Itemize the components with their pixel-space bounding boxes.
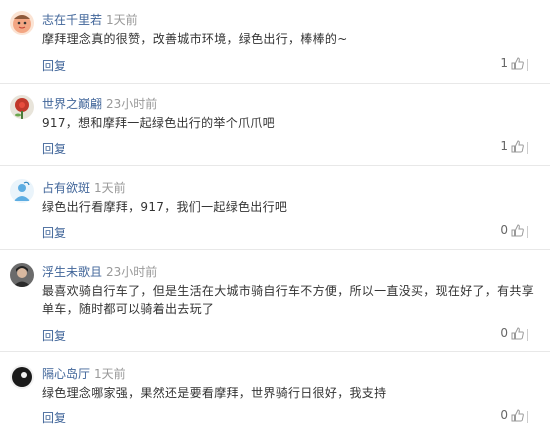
divider — [527, 226, 528, 238]
comment-meta: 隔心岛厅 1天前 — [42, 366, 126, 382]
divider — [527, 411, 528, 423]
thumbs-up-icon — [511, 56, 524, 70]
comment-item: 隔心岛厅 1天前 绿色理念哪家强，果然还是要看摩拜，世界骑行日很好，我支持 回复 … — [0, 352, 550, 425]
blue-figure-avatar-icon — [10, 179, 34, 203]
reply-button[interactable]: 回复 — [42, 224, 66, 241]
comment-time: 23小时前 — [106, 97, 158, 111]
comment-username[interactable]: 浮生未歌且 — [42, 265, 102, 279]
like-count: 1 — [500, 139, 508, 153]
like-count: 0 — [500, 326, 508, 340]
avatar[interactable] — [10, 95, 34, 119]
divider — [527, 142, 528, 154]
thumbs-up-icon — [511, 139, 524, 153]
comment-meta: 志在千里若 1天前 — [42, 12, 138, 28]
thumbs-up-icon — [511, 326, 524, 340]
like-button[interactable]: 1 — [500, 139, 524, 153]
like-button[interactable]: 0 — [500, 223, 524, 237]
comment-text: 摩拜理念真的很赞，改善城市环境，绿色出行，棒棒的~ — [42, 32, 348, 46]
comment-meta: 浮生未歌且 23小时前 — [42, 264, 157, 280]
thumbs-up-icon — [511, 408, 524, 422]
comment-list: 志在千里若 1天前 摩拜理念真的很赞，改善城市环境，绿色出行，棒棒的~ 回复 1 … — [0, 0, 550, 425]
comment-text: 917，想和摩拜一起绿色出行的举个爪爪吧 — [42, 116, 275, 130]
red-flower-avatar-icon — [10, 95, 34, 119]
comment-time: 1天前 — [94, 181, 126, 195]
avatar[interactable] — [10, 365, 34, 389]
reply-button[interactable]: 回复 — [42, 57, 66, 74]
comment-username[interactable]: 世界之巅翩 — [42, 97, 102, 111]
comment-username[interactable]: 志在千里若 — [42, 13, 102, 27]
avatar[interactable] — [10, 179, 34, 203]
comment-meta: 世界之巅翩 23小时前 — [42, 96, 157, 112]
like-button[interactable]: 0 — [500, 326, 524, 340]
comment-item: 志在千里若 1天前 摩拜理念真的很赞，改善城市环境，绿色出行，棒棒的~ 回复 1 — [0, 0, 550, 84]
comment-time: 1天前 — [106, 13, 138, 27]
black-silhouette-avatar-icon — [10, 365, 34, 389]
comment-username[interactable]: 隔心岛厅 — [42, 367, 90, 381]
comment-item: 世界之巅翩 23小时前 917，想和摩拜一起绿色出行的举个爪爪吧 回复 1 — [0, 84, 550, 166]
like-count: 0 — [500, 223, 508, 237]
comment-text: 最喜欢骑自行车了，但是生活在大城市骑自行车不方便，所以一直没买，现在好了，有共享… — [42, 284, 535, 316]
comment-time: 1天前 — [94, 367, 126, 381]
reply-button[interactable]: 回复 — [42, 409, 66, 426]
dark-portrait-avatar-icon — [10, 263, 34, 287]
cartoon-face-avatar-icon — [10, 11, 34, 35]
avatar[interactable] — [10, 11, 34, 35]
thumbs-up-icon — [511, 223, 524, 237]
like-count: 0 — [500, 408, 508, 422]
comment-item: 占有欲斑 1天前 绿色出行看摩拜，917，我们一起绿色出行吧 回复 0 — [0, 166, 550, 250]
like-count: 1 — [500, 56, 508, 70]
comment-meta: 占有欲斑 1天前 — [42, 180, 126, 196]
comment-text: 绿色理念哪家强，果然还是要看摩拜，世界骑行日很好，我支持 — [42, 386, 387, 400]
comment-username[interactable]: 占有欲斑 — [42, 181, 90, 195]
like-button[interactable]: 0 — [500, 408, 524, 422]
comment-text: 绿色出行看摩拜，917，我们一起绿色出行吧 — [42, 200, 288, 214]
reply-button[interactable]: 回复 — [42, 327, 66, 344]
avatar[interactable] — [10, 263, 34, 287]
comment-item: 浮生未歌且 23小时前 最喜欢骑自行车了，但是生活在大城市骑自行车不方便，所以一直… — [0, 250, 550, 352]
comment-time: 23小时前 — [106, 265, 158, 279]
divider — [527, 59, 528, 71]
reply-button[interactable]: 回复 — [42, 140, 66, 157]
like-button[interactable]: 1 — [500, 56, 524, 70]
divider — [527, 329, 528, 341]
